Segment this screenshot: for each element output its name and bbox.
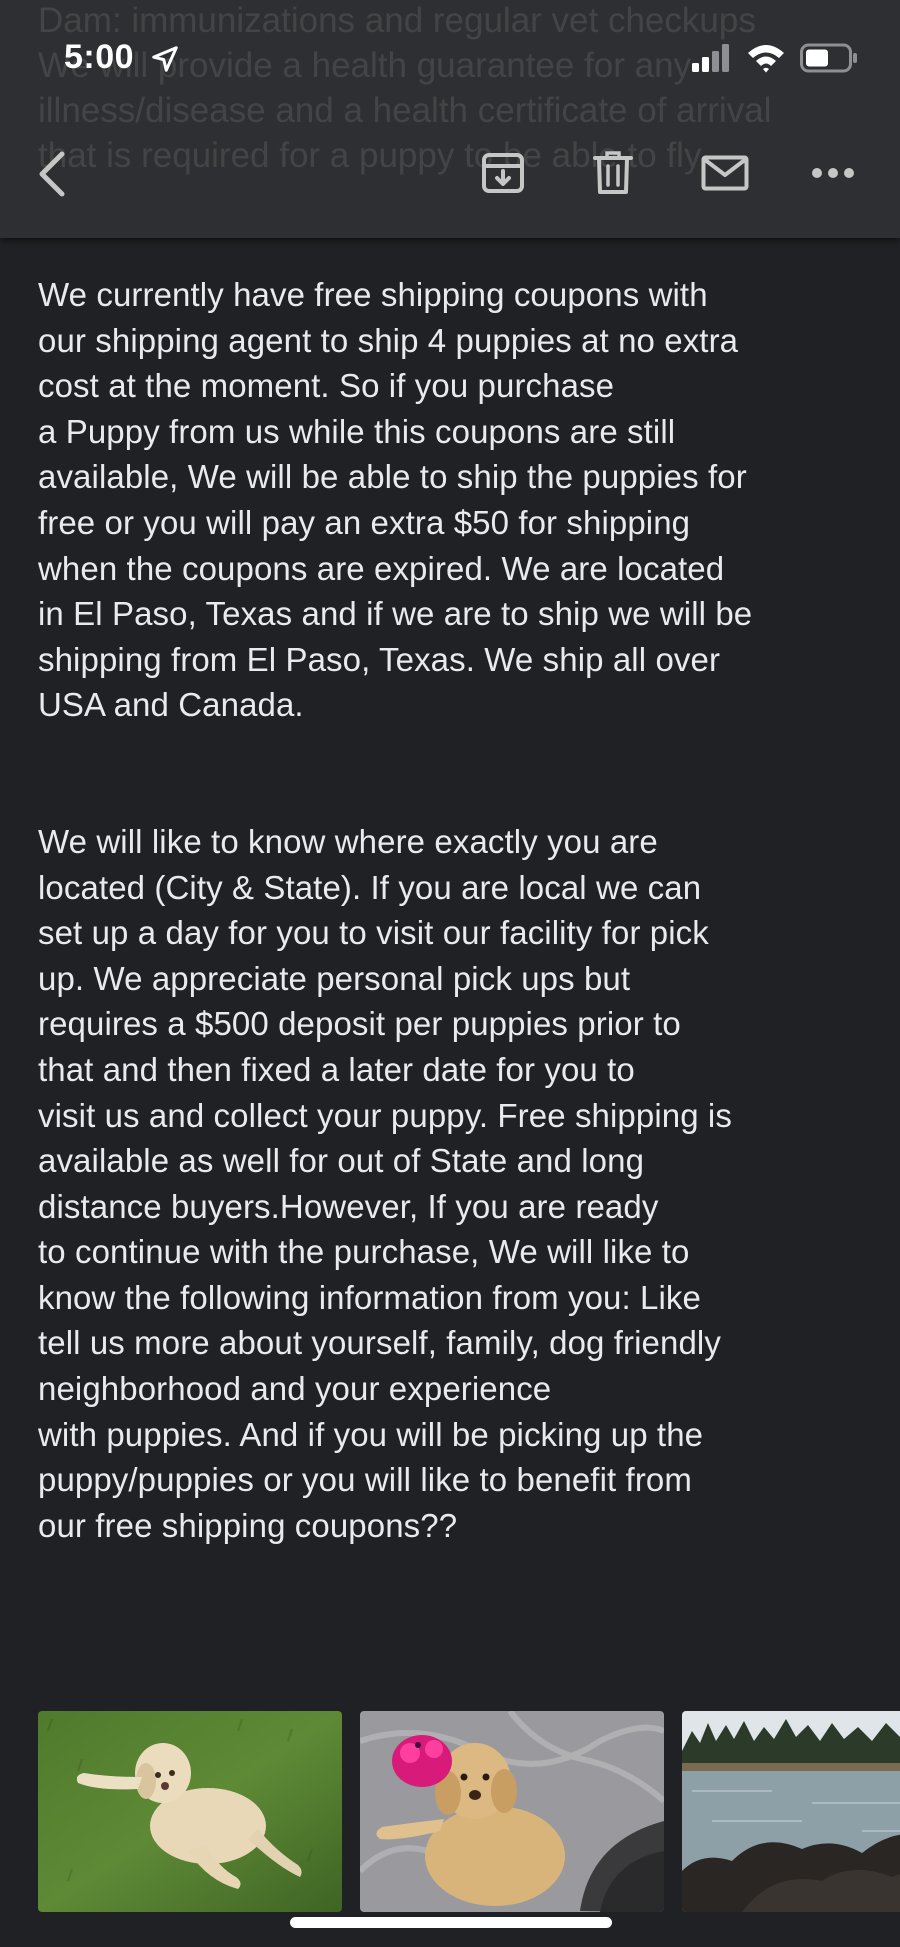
- more-button[interactable]: [808, 148, 858, 198]
- puppy-on-grass-image: [38, 1711, 342, 1912]
- top-bar: Dam: immunizations and regular vet check…: [0, 0, 900, 238]
- archive-icon: [482, 153, 524, 193]
- archive-button[interactable]: [478, 148, 528, 198]
- location-arrow-icon: [152, 46, 178, 72]
- mail-icon: [701, 155, 749, 191]
- puppy-with-toy-image: [360, 1711, 664, 1912]
- lake-shore-photo[interactable]: [682, 1711, 900, 1912]
- mark-unread-button[interactable]: [700, 148, 750, 198]
- puppy-on-grass-photo[interactable]: [38, 1711, 342, 1912]
- lake-shore-image: [682, 1711, 900, 1912]
- home-indicator[interactable]: [290, 1917, 612, 1928]
- wifi-icon: [748, 45, 784, 73]
- back-button[interactable]: [30, 146, 74, 202]
- more-horizontal-icon: [812, 168, 854, 178]
- email-paragraph: We currently have free shipping coupons …: [38, 276, 753, 724]
- email-body: We currently have free shipping coupons …: [38, 272, 868, 1548]
- trash-icon: [593, 151, 633, 194]
- puppy-with-toy-photo[interactable]: [360, 1711, 664, 1912]
- delete-button[interactable]: [588, 148, 638, 198]
- cellular-signal-icon: [692, 44, 729, 72]
- attachment-strip: [38, 1711, 900, 1912]
- scrolled-under-text: Dam: immunizations and regular vet check…: [38, 1, 772, 175]
- status-time: 5:00: [64, 38, 135, 76]
- status-indicators: [692, 40, 858, 76]
- email-paragraph: We will like to know where exactly you a…: [38, 822, 732, 1544]
- battery-icon: [800, 43, 857, 73]
- email-screen: Dam: immunizations and regular vet check…: [0, 0, 900, 1947]
